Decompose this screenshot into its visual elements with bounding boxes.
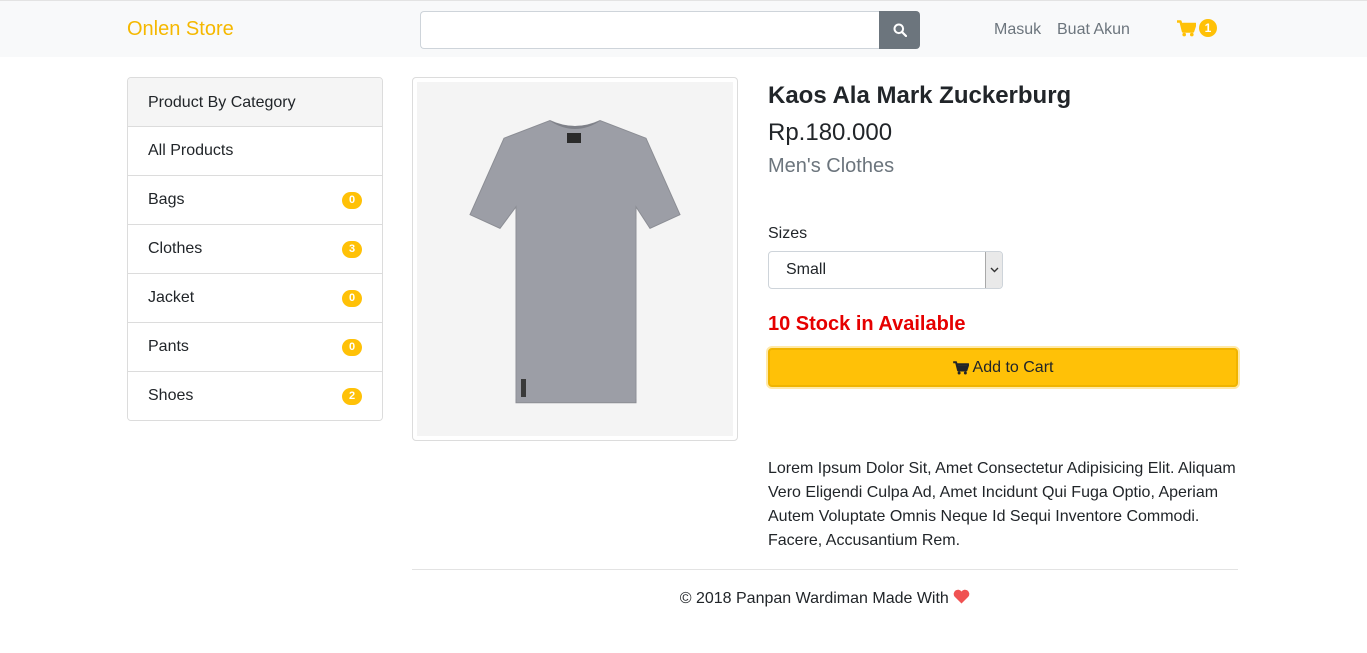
count-badge: 0 bbox=[342, 338, 362, 356]
search-input[interactable] bbox=[420, 11, 879, 49]
size-select[interactable]: Small bbox=[768, 251, 1003, 289]
footer: © 2018 Panpan Wardiman Made With bbox=[412, 589, 1238, 608]
cart-count-badge: 1 bbox=[1199, 19, 1217, 37]
stock-status: 10 Stock in Available bbox=[768, 313, 966, 335]
cart-icon bbox=[1177, 19, 1196, 36]
add-to-cart-label: Add to Cart bbox=[972, 358, 1054, 376]
brand-logo[interactable]: Onlen Store bbox=[127, 18, 234, 41]
navbar: Onlen Store Masuk Buat Akun 1 bbox=[0, 0, 1367, 57]
search-icon bbox=[893, 23, 907, 37]
sizes-label: Sizes bbox=[768, 225, 808, 242]
search-button[interactable] bbox=[879, 11, 920, 49]
product-title: Kaos Ala Mark Zuckerburg bbox=[768, 82, 1072, 109]
sidebar-item-shoes[interactable]: Shoes 2 bbox=[128, 372, 382, 420]
product-image-card bbox=[412, 77, 738, 441]
product-price: Rp.180.000 bbox=[768, 119, 893, 146]
count-badge: 3 bbox=[342, 240, 362, 258]
sidebar-item-label: Bags bbox=[148, 191, 185, 208]
sidebar-item-label: Pants bbox=[148, 338, 189, 355]
footer-text: © 2018 Panpan Wardiman Made With bbox=[679, 590, 949, 607]
divider bbox=[412, 569, 1238, 570]
sidebar-item-label: Jacket bbox=[148, 289, 195, 306]
size-select-value: Small bbox=[786, 261, 827, 278]
sidebar-item-bags[interactable]: Bags 0 bbox=[128, 176, 382, 225]
search-bar bbox=[420, 11, 920, 49]
count-badge: 2 bbox=[342, 387, 362, 405]
chevron-down-icon bbox=[985, 252, 1002, 288]
sidebar-item-clothes[interactable]: Clothes 3 bbox=[128, 225, 382, 274]
heart-icon bbox=[953, 589, 970, 607]
sidebar-title: Product By Category bbox=[128, 78, 382, 127]
sidebar-item-label: All Products bbox=[148, 142, 234, 159]
product-image bbox=[417, 82, 733, 436]
tshirt-image bbox=[469, 120, 681, 404]
product-description: Lorem Ipsum Dolor Sit, Amet Consectetur … bbox=[768, 460, 1236, 549]
add-to-cart-button[interactable]: Add to Cart bbox=[768, 348, 1238, 387]
register-link[interactable]: Buat Akun bbox=[1057, 21, 1130, 39]
count-badge: 0 bbox=[342, 191, 362, 209]
product-category: Men's Clothes bbox=[768, 155, 895, 177]
sidebar-item-label: Shoes bbox=[148, 387, 194, 404]
count-badge: 0 bbox=[342, 289, 362, 307]
cart-icon bbox=[952, 360, 969, 375]
cart-link[interactable]: 1 bbox=[1177, 19, 1217, 37]
sidebar-item-all-products[interactable]: All Products bbox=[128, 127, 382, 176]
sidebar-item-pants[interactable]: Pants 0 bbox=[128, 323, 382, 372]
sidebar-item-label: Clothes bbox=[148, 240, 203, 257]
sidebar-item-jacket[interactable]: Jacket 0 bbox=[128, 274, 382, 323]
login-link[interactable]: Masuk bbox=[994, 21, 1041, 39]
category-sidebar: Product By Category All Products Bags 0 … bbox=[127, 77, 383, 421]
